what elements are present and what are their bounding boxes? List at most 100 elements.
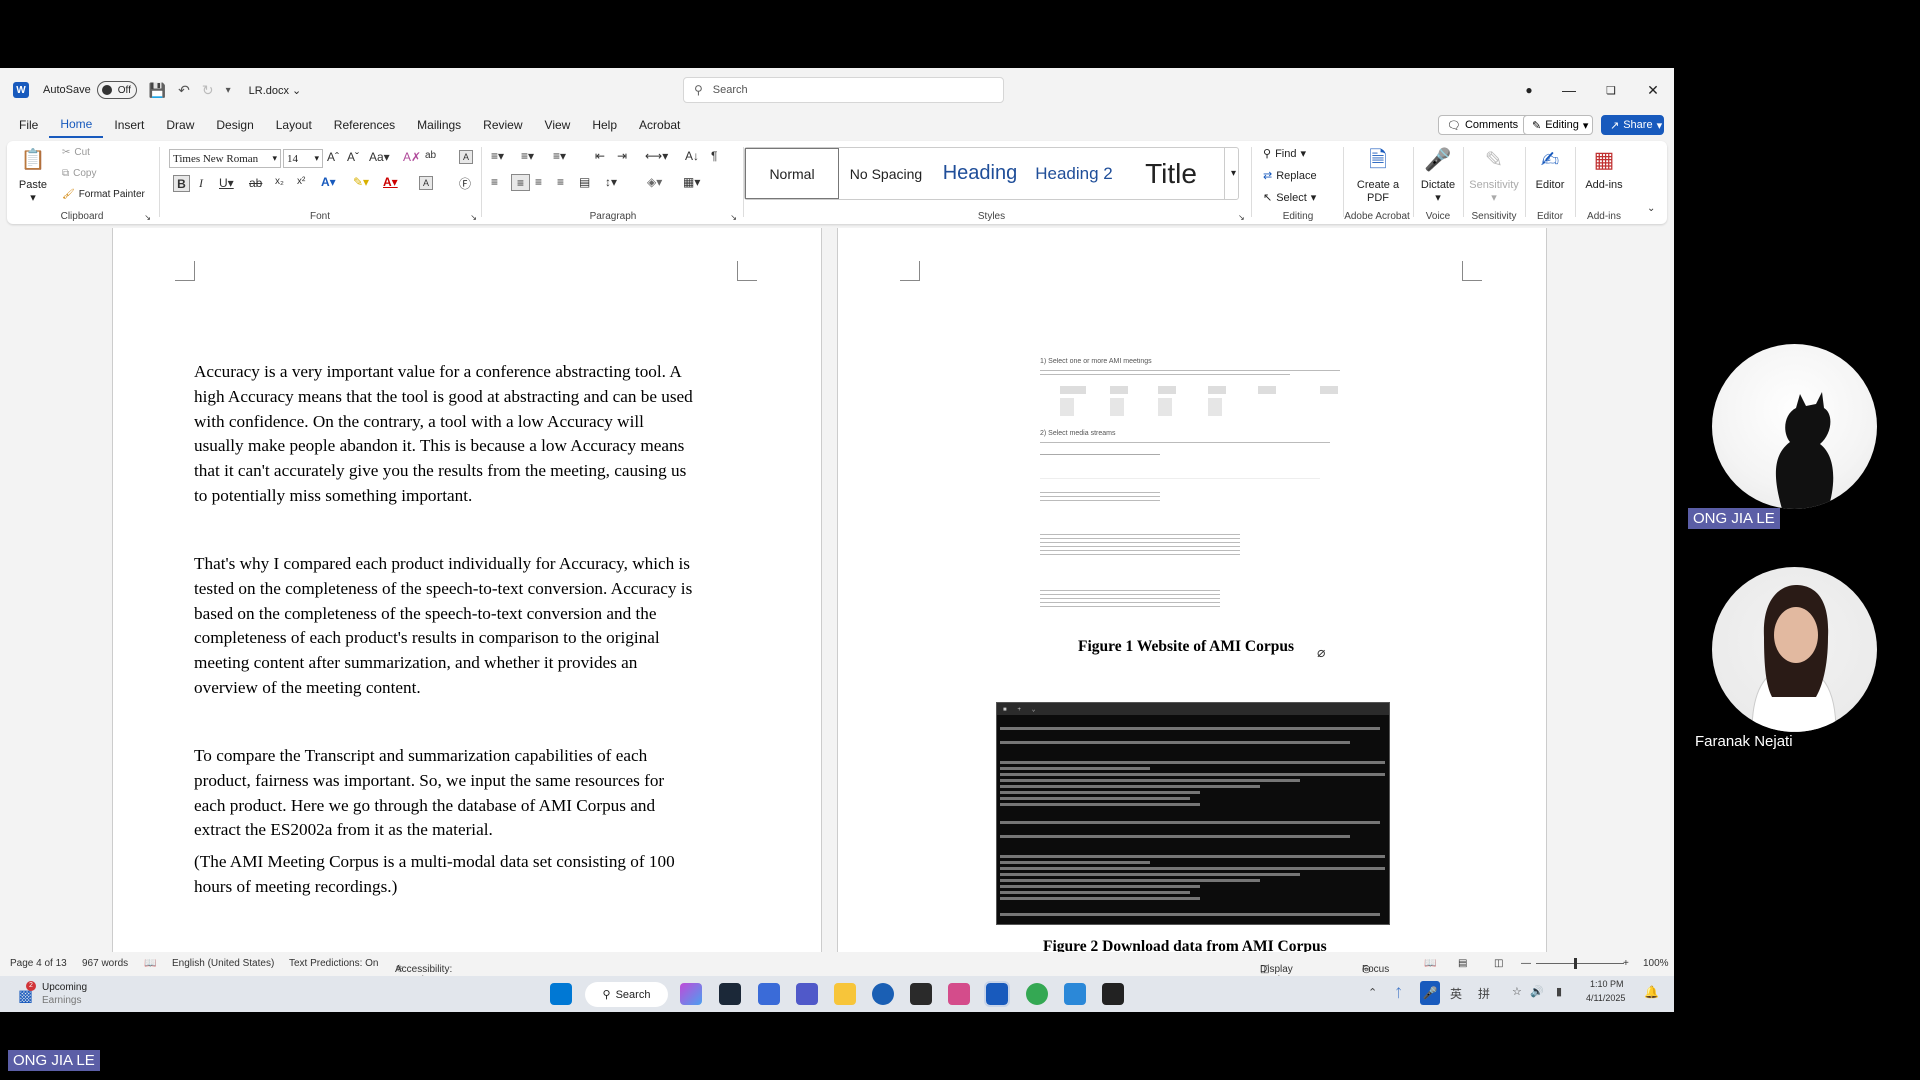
notepad-icon[interactable]: [1064, 983, 1086, 1005]
clock-time[interactable]: 1:10 PM: [1590, 979, 1624, 989]
align-right-icon[interactable]: ≡: [535, 175, 542, 189]
font-family-select[interactable]: Times New Roman ▾: [169, 149, 281, 168]
print-layout-icon[interactable]: ▤: [1458, 958, 1467, 969]
sort-icon[interactable]: A↓: [685, 149, 699, 163]
tab-design[interactable]: Design: [205, 112, 264, 138]
tab-home[interactable]: Home: [49, 112, 104, 138]
font-launcher-icon[interactable]: ↘: [470, 213, 477, 222]
tab-references[interactable]: References: [323, 112, 406, 138]
word-taskbar-icon[interactable]: [984, 981, 1010, 1007]
widget-upcoming[interactable]: ▩ 2 Upcoming Earnings: [16, 980, 116, 1008]
paragraph-1[interactable]: Accuracy is a very important value for a…: [194, 360, 693, 509]
shading-icon[interactable]: ◈▾: [647, 175, 662, 189]
decrease-indent-icon[interactable]: ⇤: [595, 149, 605, 163]
align-left-icon[interactable]: ≡: [491, 175, 498, 189]
save-icon[interactable]: 💾: [149, 82, 166, 99]
character-border-icon[interactable]: A: [459, 150, 473, 164]
paragraph-4[interactable]: (The AMI Meeting Corpus is a multi-modal…: [194, 850, 675, 900]
tab-file[interactable]: File: [8, 112, 49, 138]
copy-button[interactable]: ⧉ Copy: [62, 168, 97, 179]
borders-icon[interactable]: ▦▾: [683, 175, 700, 189]
distributed-icon[interactable]: ▤: [579, 175, 590, 189]
styles-launcher-icon[interactable]: ↘: [1238, 213, 1245, 222]
character-shading-icon[interactable]: A: [419, 176, 433, 190]
underline-icon[interactable]: U▾: [219, 176, 234, 190]
zoom-level[interactable]: 100%: [1643, 958, 1669, 969]
document-name[interactable]: LR.docx ⌄: [249, 84, 302, 97]
tab-help[interactable]: Help: [581, 112, 628, 138]
tab-draw[interactable]: Draw: [155, 112, 205, 138]
superscript-icon[interactable]: x²: [297, 176, 305, 187]
multilevel-list-icon[interactable]: ≡▾: [553, 149, 566, 163]
addins-button[interactable]: ▦ Add-ins: [1579, 145, 1629, 192]
autosave-toggle[interactable]: Off: [96, 81, 137, 99]
customize-toolbar-icon[interactable]: ▾: [226, 85, 231, 96]
justify-icon[interactable]: ≡: [557, 175, 564, 189]
notifications-icon[interactable]: 🔔: [1644, 985, 1659, 999]
font-color-icon[interactable]: A▾: [383, 175, 398, 189]
paste-button[interactable]: 📋 Paste ▾: [13, 145, 53, 204]
steam-icon[interactable]: [719, 983, 741, 1005]
select-button[interactable]: ↖ Select ▾: [1263, 191, 1316, 205]
restore-icon[interactable]: ❏: [1590, 68, 1632, 112]
bold-icon[interactable]: B: [173, 175, 190, 192]
word-count[interactable]: 967 words: [82, 958, 128, 969]
style-no-spacing[interactable]: No Spacing: [839, 148, 933, 199]
language[interactable]: English (United States): [172, 958, 274, 969]
paragraph-2[interactable]: That's why I compared each product indiv…: [194, 552, 692, 701]
app-icon[interactable]: [758, 983, 780, 1005]
user-icon[interactable]: ●: [1508, 68, 1550, 112]
close-icon[interactable]: ✕: [1632, 68, 1674, 112]
wifi-icon[interactable]: ☆: [1512, 985, 1522, 998]
redo-icon[interactable]: ↻: [202, 82, 214, 99]
paragraph-launcher-icon[interactable]: ↘: [730, 213, 737, 222]
italic-icon[interactable]: I: [199, 176, 203, 191]
text-predictions[interactable]: Text Predictions: On: [289, 958, 378, 969]
style-title[interactable]: Title: [1121, 148, 1221, 199]
start-icon[interactable]: [550, 983, 572, 1005]
tab-insert[interactable]: Insert: [103, 112, 155, 138]
read-mode-icon[interactable]: 📖: [1424, 958, 1436, 969]
minimize-icon[interactable]: —: [1548, 68, 1590, 112]
enclose-characters-icon[interactable]: Ⓕ: [459, 175, 471, 192]
ribbon-collapse-icon[interactable]: ⌄: [1647, 203, 1655, 214]
teams-icon[interactable]: [796, 983, 818, 1005]
highlight-color-icon[interactable]: ✎▾: [353, 175, 369, 189]
terminal-icon[interactable]: [1102, 983, 1124, 1005]
taskbar-search[interactable]: ⚲ Search: [585, 982, 668, 1007]
clear-formatting-icon[interactable]: A✗: [403, 150, 421, 164]
tab-view[interactable]: View: [534, 112, 582, 138]
zoom-out-icon[interactable]: —: [1521, 958, 1531, 969]
bullets-icon[interactable]: ≡▾: [491, 149, 504, 163]
strikethrough-icon[interactable]: ab: [249, 176, 262, 190]
file-explorer-icon[interactable]: [834, 983, 856, 1005]
font-size-select[interactable]: 14 ▾: [283, 149, 323, 168]
shrink-font-icon[interactable]: Aˇ: [347, 150, 359, 164]
share-button[interactable]: ↗ Share ▾: [1601, 115, 1664, 135]
battery-icon[interactable]: ▮: [1556, 985, 1562, 998]
line-spacing-icon[interactable]: ↕▾: [605, 175, 617, 189]
change-case-icon[interactable]: Aa▾: [369, 150, 390, 164]
tab-mailings[interactable]: Mailings: [406, 112, 472, 138]
tab-layout[interactable]: Layout: [265, 112, 323, 138]
style-heading-2[interactable]: Heading 2: [1027, 148, 1121, 199]
microphone-tray-icon[interactable]: 🎤: [1420, 981, 1440, 1005]
align-center-icon[interactable]: ≡: [511, 174, 530, 191]
zoom-in-icon[interactable]: +: [1623, 958, 1629, 969]
cut-button[interactable]: ✂ Cut: [62, 147, 90, 158]
tray-overflow-icon[interactable]: ⌃: [1368, 986, 1377, 999]
store-icon[interactable]: [872, 983, 894, 1005]
subscript-icon[interactable]: x₂: [275, 176, 284, 187]
grow-font-icon[interactable]: Aˆ: [327, 150, 339, 164]
volume-icon[interactable]: 🔊: [1530, 985, 1544, 998]
tab-acrobat[interactable]: Acrobat: [628, 112, 691, 138]
bluetooth-icon[interactable]: ᛏ: [1395, 986, 1402, 1000]
editing-mode-button[interactable]: ✎ Editing ▾: [1523, 115, 1593, 135]
web-layout-icon[interactable]: ◫: [1494, 958, 1503, 969]
sensitivity-button[interactable]: ✎ Sensitivity ▾: [1467, 145, 1521, 204]
text-direction-icon[interactable]: ⟷▾: [645, 149, 668, 163]
zoom-thumb[interactable]: [1574, 958, 1577, 969]
show-marks-icon[interactable]: ¶: [711, 149, 717, 163]
undo-icon[interactable]: ↶: [178, 82, 190, 99]
styles-more-icon[interactable]: ▾: [1224, 147, 1242, 200]
